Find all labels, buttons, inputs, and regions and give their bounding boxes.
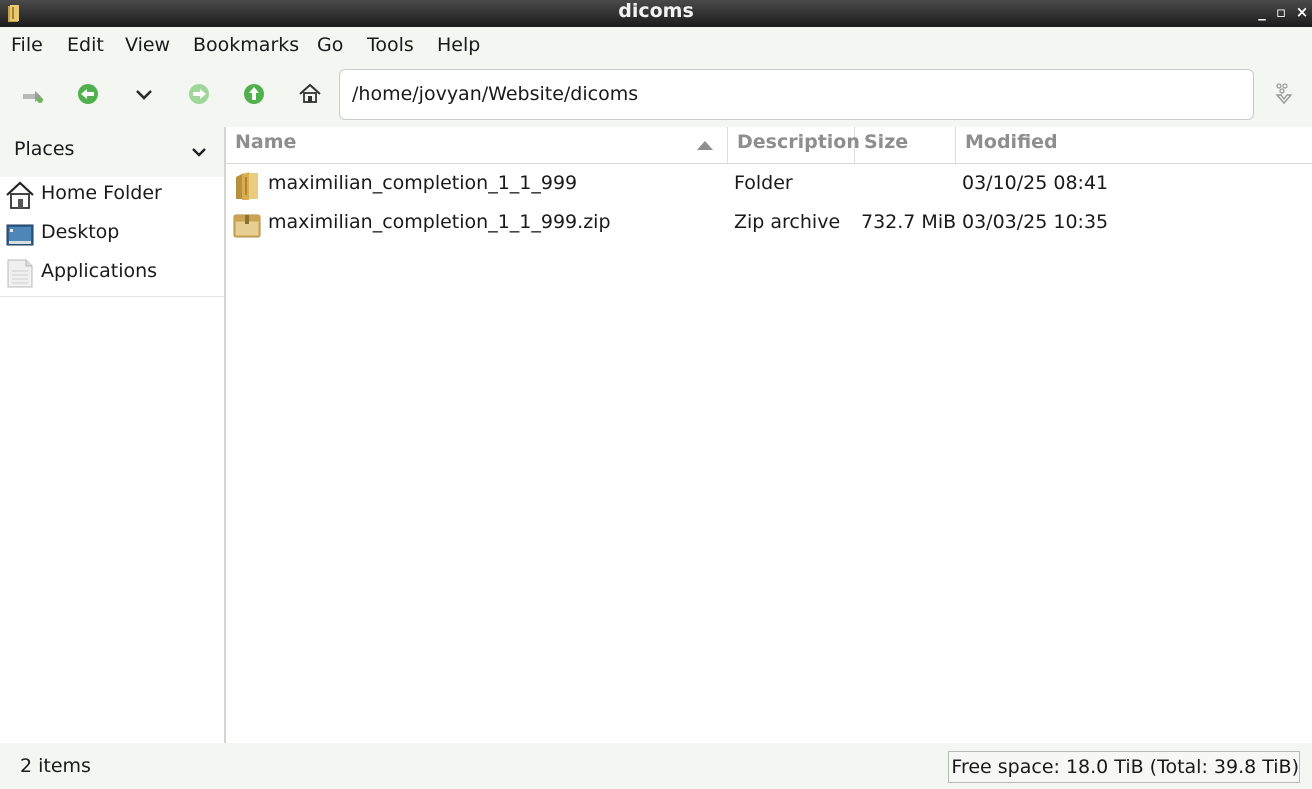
menu-tools[interactable]: Tools <box>367 32 414 58</box>
title-bar: dicoms _ ▫ × <box>0 0 1312 27</box>
column-header-size[interactable]: Size <box>855 127 956 163</box>
toolbar: /home/jovyan/Website/dicoms <box>0 61 1312 127</box>
sidebar-item-label: Home Folder <box>41 182 162 204</box>
chevron-down-icon[interactable] <box>190 143 208 161</box>
folder-icon <box>236 172 258 200</box>
places-header[interactable]: Places <box>0 127 224 177</box>
places-label: Places <box>14 138 75 160</box>
item-count: 2 items <box>20 755 91 777</box>
sidebar-divider <box>0 296 224 297</box>
forward-icon[interactable] <box>186 81 212 107</box>
back-icon[interactable] <box>75 81 101 107</box>
sidebar-item-home-folder[interactable]: Home Folder <box>0 175 224 214</box>
applications-icon <box>7 259 33 288</box>
home-icon <box>6 181 34 209</box>
minimize-button[interactable]: _ <box>1254 3 1270 21</box>
file-description: Folder <box>734 172 793 194</box>
menu-file[interactable]: File <box>11 32 43 58</box>
home-icon[interactable] <box>297 81 323 107</box>
file-name: maximilian_completion_1_1_999 <box>268 172 578 194</box>
file-row[interactable]: maximilian_completion_1_1_999 Folder 03/… <box>226 165 1312 204</box>
menu-edit[interactable]: Edit <box>67 32 104 58</box>
file-modified: 03/10/25 08:41 <box>962 172 1109 194</box>
file-list: Name Description Size Modified maximilia… <box>226 127 1312 743</box>
column-header-bar: Name Description Size Modified <box>226 127 1312 164</box>
sidebar-item-desktop[interactable]: Desktop <box>0 214 224 253</box>
new-tab-icon[interactable] <box>19 81 45 107</box>
menu-help[interactable]: Help <box>437 32 480 58</box>
places-sidebar: Places Home Folder Desktop Applications <box>0 127 224 743</box>
menu-bookmarks[interactable]: Bookmarks <box>193 32 299 58</box>
file-row[interactable]: maximilian_completion_1_1_999.zip Zip ar… <box>226 204 1312 243</box>
menu-bar: File Edit View Bookmarks Go Tools Help <box>0 27 1312 61</box>
file-modified: 03/03/25 10:35 <box>962 211 1109 233</box>
zip-archive-icon <box>233 214 261 238</box>
file-name: maximilian_completion_1_1_999.zip <box>268 211 611 233</box>
file-size: 732.7 MiB <box>861 211 957 233</box>
maximize-button[interactable]: ▫ <box>1273 3 1289 21</box>
column-header-name[interactable]: Name <box>226 127 728 163</box>
history-dropdown-icon[interactable] <box>131 81 157 107</box>
sidebar-item-applications[interactable]: Applications <box>0 253 224 292</box>
location-bar[interactable]: /home/jovyan/Website/dicoms <box>339 69 1254 120</box>
status-bar: 2 items Free space: 18.0 TiB (Total: 39.… <box>0 743 1312 789</box>
sidebar-item-label: Applications <box>41 260 158 282</box>
menu-view[interactable]: View <box>125 32 170 58</box>
menu-go[interactable]: Go <box>317 32 343 58</box>
column-header-description[interactable]: Description <box>728 127 860 163</box>
sort-ascending-icon <box>697 141 713 150</box>
desktop-icon <box>6 224 34 246</box>
sidebar-item-label: Desktop <box>41 221 120 243</box>
column-header-modified[interactable]: Modified <box>956 127 1312 163</box>
free-space-indicator: Free space: 18.0 TiB (Total: 39.8 TiB) <box>948 751 1300 783</box>
clear-location-icon[interactable] <box>1271 81 1297 107</box>
file-description: Zip archive <box>734 211 841 233</box>
window-title: dicoms <box>618 0 694 22</box>
up-icon[interactable] <box>241 81 267 107</box>
close-button[interactable]: × <box>1294 3 1310 21</box>
